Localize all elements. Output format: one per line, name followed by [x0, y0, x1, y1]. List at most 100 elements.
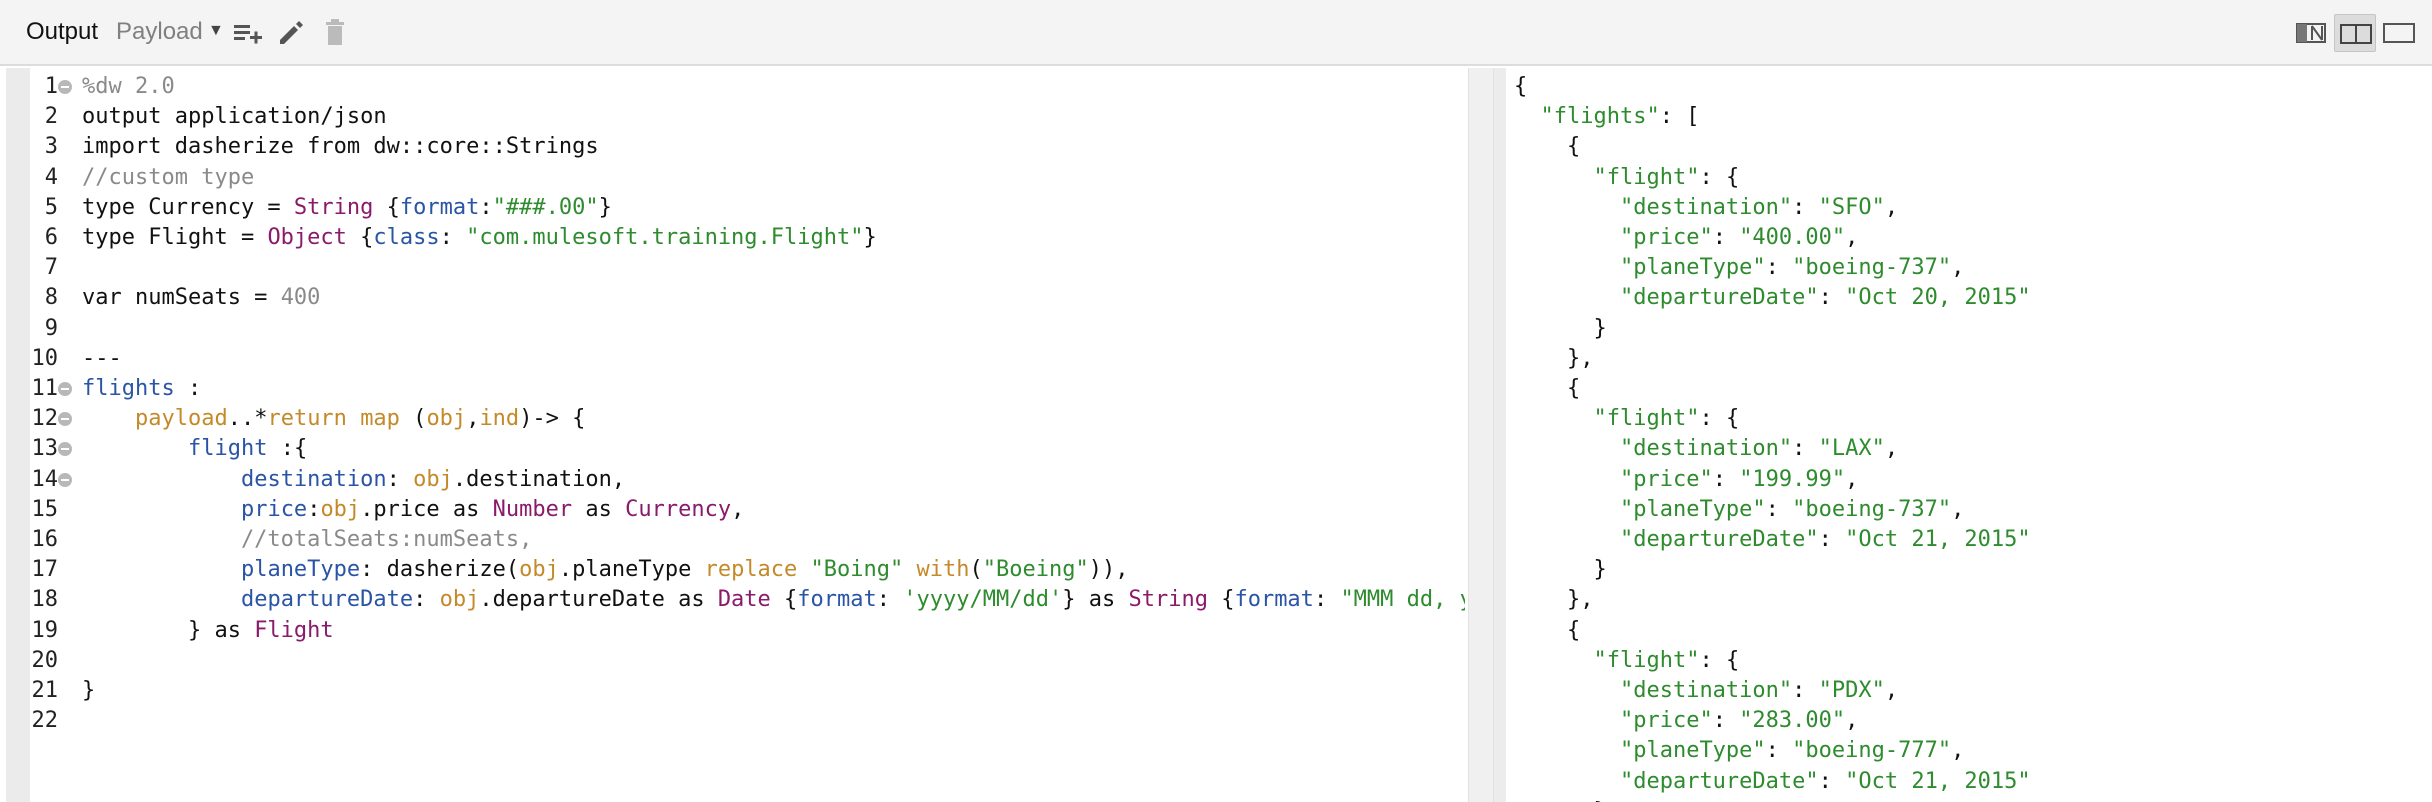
output-line: "price": "283.00", — [1619, 708, 1859, 734]
line-number: 2 — [44, 104, 58, 130]
line-number: 21 — [31, 678, 59, 703]
line-number: 14 — [31, 466, 59, 492]
output-line: "flights": [ — [1540, 104, 1700, 130]
line-number: 16 — [31, 527, 59, 552]
fold-toggle-icon[interactable] — [58, 382, 72, 396]
line-number: 3 — [44, 134, 58, 160]
code-text[interactable]: } — [82, 676, 95, 706]
code-line[interactable]: 9 — [0, 314, 1465, 344]
line-number: 8 — [44, 285, 58, 311]
fold-toggle-icon[interactable] — [58, 412, 72, 427]
line-number: 9 — [44, 315, 58, 341]
line-number: 11 — [31, 376, 59, 401]
output-line: "flight": { — [1593, 406, 1740, 432]
line-number: 17 — [31, 557, 59, 583]
caret-down-icon[interactable]: ▼ — [208, 22, 224, 40]
code-line[interactable]: 13 flight :{ — [0, 434, 1465, 464]
code-line[interactable]: 3 import dasherize from dw::core::Strings — [0, 132, 1465, 162]
code-line[interactable]: 10 --- — [0, 344, 1465, 374]
output-line: } — [1514, 557, 1607, 583]
code-text[interactable]: departureDate: obj.departureDate as Date… — [82, 585, 1465, 615]
pane-splitter[interactable] — [1468, 68, 1494, 802]
code-line[interactable]: 22 — [0, 706, 1465, 736]
output-line: "destination": "SFO", — [1619, 194, 1899, 220]
code-line[interactable]: 7 — [0, 253, 1465, 283]
output-line: { — [1514, 74, 1528, 99]
code-text[interactable]: } as Flight — [82, 616, 334, 646]
code-line[interactable]: 14 destination: obj.destination, — [0, 465, 1465, 495]
code-line[interactable]: 15 price:obj.price as Number as Currency… — [0, 495, 1465, 525]
code-line[interactable]: 2 output application/json — [0, 102, 1465, 132]
code-line[interactable]: 4 //custom type — [0, 163, 1465, 193]
code-text[interactable]: destination: obj.destination, — [82, 465, 625, 495]
fold-toggle-icon[interactable] — [58, 442, 72, 457]
output-line: "planeType": "boeing-737", — [1619, 255, 1965, 281]
line-number: 6 — [44, 225, 58, 250]
code-text[interactable]: //custom type — [82, 163, 254, 193]
fold-toggle-icon[interactable] — [58, 80, 72, 94]
line-number: 19 — [31, 617, 59, 643]
code-text[interactable]: payload..*return map (obj,ind)-> { — [82, 404, 585, 434]
code-line[interactable]: 18 departureDate: obj.departureDate as D… — [0, 585, 1466, 615]
code-line[interactable]: 8 var numSeats = 400 — [0, 283, 1465, 313]
output-line: { — [1514, 134, 1581, 160]
output-line: "flight": { — [1593, 164, 1740, 190]
code-text[interactable]: %dw 2.0 — [82, 72, 175, 102]
line-number: 13 — [31, 436, 59, 462]
code-line[interactable]: 5 type Currency = String {format:"###.00"… — [0, 193, 1465, 223]
output-line: }, — [1514, 587, 1594, 613]
code-line[interactable]: 16 //totalSeats:numSeats, — [0, 525, 1465, 555]
line-number: 10 — [31, 345, 59, 371]
code-line[interactable]: 17 planeType: dasherize(obj.planeType re… — [0, 555, 1465, 585]
line-number: 22 — [31, 708, 59, 734]
code-text[interactable]: var numSeats = 400 — [82, 283, 320, 313]
code-line[interactable]: 6 type Flight = Object {class: "com.mules… — [0, 223, 1465, 253]
wide-view-icon[interactable] — [2378, 14, 2420, 52]
editor-lines[interactable]: 1 %dw 2.0 2 output application/json 3 import … — [0, 68, 1466, 802]
code-line[interactable]: 11 flights : — [0, 374, 1465, 404]
output-preview[interactable]: { "flights": [ { "flight": { "destinatio… — [1506, 68, 2432, 802]
output-line: } — [1514, 797, 1606, 802]
split-view-icon[interactable] — [2334, 14, 2376, 52]
output-line: }, — [1514, 345, 1594, 371]
line-number: 4 — [44, 164, 58, 190]
output-line: "departureDate": "Oct 20, 2015" — [1619, 285, 2031, 311]
code-text[interactable]: import dasherize from dw::core::Strings — [82, 132, 599, 162]
output-line: "price": "199.99", — [1619, 466, 1859, 492]
output-line: "departureDate": "Oct 21, 2015" — [1619, 768, 2031, 794]
output-line: } — [1514, 315, 1607, 341]
line-number: 15 — [31, 496, 59, 522]
output-line: "price": "400.00", — [1619, 225, 1859, 250]
fold-toggle-icon[interactable] — [58, 472, 72, 487]
code-line[interactable]: 21} — [0, 676, 1465, 706]
output-title: Output — [26, 18, 99, 45]
line-number: 20 — [31, 647, 59, 673]
output-toolbar: Output Payload ▼ — [0, 0, 2432, 66]
code-text[interactable]: type Flight = Object {class: "com.muleso… — [82, 223, 877, 253]
code-line[interactable]: 20 — [0, 646, 1465, 676]
code-line[interactable]: 19 } as Flight — [0, 616, 1465, 646]
code-text[interactable]: output application/json — [82, 102, 387, 132]
pencil-icon[interactable] — [274, 16, 308, 50]
code-text[interactable]: flights : — [82, 374, 201, 404]
code-line[interactable]: 12 payload..*return map (obj,ind)-> { — [0, 404, 1465, 434]
script-editor[interactable]: 1 %dw 2.0 2 output application/json 3 import … — [0, 68, 1470, 802]
payload-dropdown[interactable]: Payload — [116, 18, 203, 46]
output-line: "departureDate": "Oct 21, 2015" — [1619, 527, 2031, 552]
line-number: 12 — [31, 406, 59, 432]
code-text[interactable]: price:obj.price as Number as Currency, — [82, 495, 744, 525]
output-line: "flight": { — [1593, 647, 1740, 673]
code-text[interactable]: --- — [82, 344, 122, 374]
code-text[interactable]: flight :{ — [82, 434, 307, 464]
trash-icon[interactable] — [318, 16, 352, 50]
single-pane-view-icon[interactable] — [2292, 14, 2334, 52]
code-text[interactable]: type Currency = String {format:"###.00"} — [82, 193, 612, 223]
output-line: "planeType": "boeing-777", — [1619, 738, 1965, 764]
code-text[interactable]: //totalSeats:numSeats, — [82, 525, 532, 555]
output-line: "destination": "PDX", — [1619, 678, 1899, 703]
code-line[interactable]: 1 %dw 2.0 — [0, 72, 1465, 102]
output-line: { — [1514, 617, 1581, 643]
code-text[interactable]: planeType: dasherize(obj.planeType repla… — [82, 555, 1129, 585]
add-list-icon[interactable] — [232, 16, 266, 50]
line-number: 7 — [44, 255, 58, 281]
